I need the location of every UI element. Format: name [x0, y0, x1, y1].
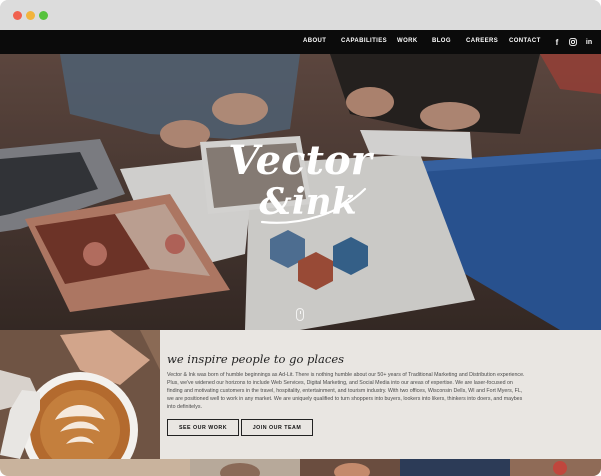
- zoom-window-button[interactable]: [39, 11, 48, 20]
- coffee-latte-image: [0, 330, 160, 459]
- nav-item-contact[interactable]: CONTACT: [509, 38, 541, 44]
- nav-item-blog[interactable]: BLOG: [432, 38, 451, 44]
- facebook-icon[interactable]: f: [551, 36, 563, 48]
- minimize-window-button[interactable]: [26, 11, 35, 20]
- vector-ink-logo-line2: &ink: [259, 181, 356, 223]
- hero-photo-illustration: Vector &ink: [0, 54, 601, 330]
- vector-ink-logo-line1: Vector: [228, 137, 374, 184]
- mouse-scroll-icon[interactable]: [296, 308, 304, 321]
- browser-chrome: [0, 0, 601, 30]
- intro-section: we inspire people to go places Vector & …: [0, 330, 601, 459]
- browser-window: ABOUT CAPABILITIES WORK BLOG CAREERS CON…: [0, 0, 601, 476]
- close-window-button[interactable]: [13, 11, 22, 20]
- nav-item-careers[interactable]: CAREERS: [466, 38, 498, 44]
- about-paragraph: Vector & Ink was born of humble beginnin…: [167, 372, 525, 411]
- join-our-team-button[interactable]: JOIN OUR TEAM: [241, 419, 313, 436]
- hero-banner: Vector &ink: [0, 54, 601, 330]
- nav-item-capabilities[interactable]: CAPABILITIES: [341, 38, 387, 44]
- see-our-work-button[interactable]: SEE OUR WORK: [167, 419, 239, 436]
- instagram-icon[interactable]: [567, 36, 579, 48]
- team-photo-strip: [0, 459, 601, 476]
- main-navigation: ABOUT CAPABILITIES WORK BLOG CAREERS CON…: [0, 30, 601, 54]
- nav-item-work[interactable]: WORK: [397, 38, 418, 44]
- team-photos: [0, 459, 601, 476]
- linkedin-icon[interactable]: in: [583, 36, 595, 48]
- nav-item-about[interactable]: ABOUT: [303, 38, 326, 44]
- tagline-heading: we inspire people to go places: [167, 352, 345, 366]
